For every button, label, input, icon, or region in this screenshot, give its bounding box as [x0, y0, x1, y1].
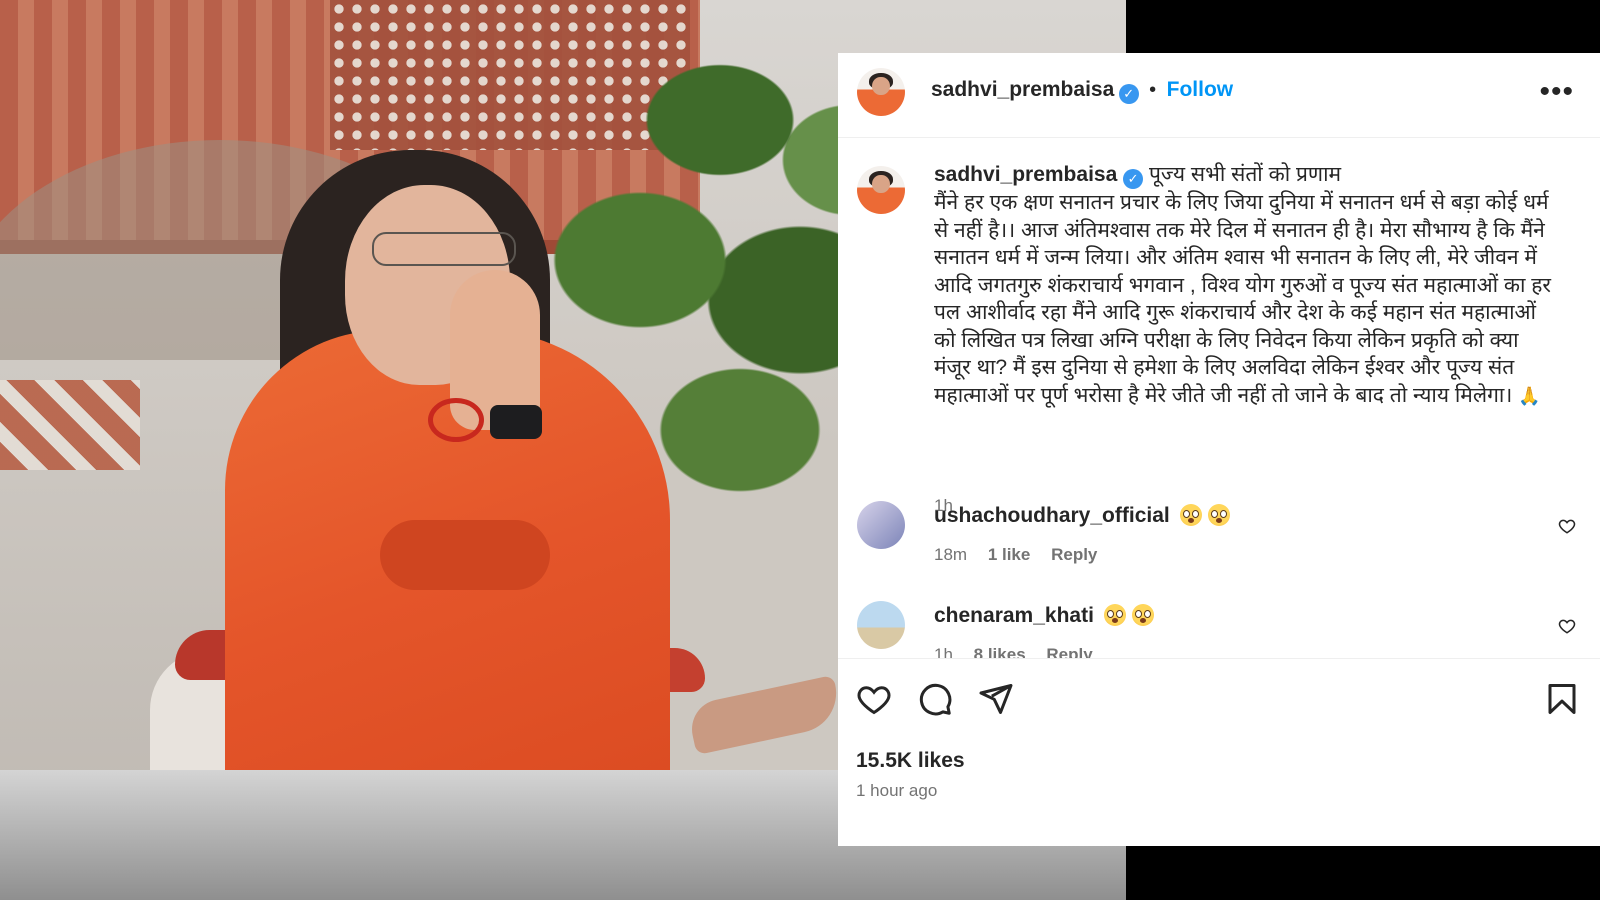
comment-meta: 1h 8 likes Reply [934, 645, 1093, 658]
action-bar: 15.5K likes 1 hour ago [838, 658, 1600, 846]
likes-count[interactable]: 15.5K likes [856, 749, 965, 773]
verified-badge-icon: ✓ [1118, 84, 1139, 104]
header-user-row: sadhvi_prembaisa ✓ • Follow [931, 78, 1233, 104]
robe-fold [380, 520, 550, 590]
comments-list: ushachoudhary_official 18m 1 like Reply … [838, 493, 1600, 658]
comment-like-heart-icon[interactable] [1558, 617, 1576, 635]
share-icon[interactable] [978, 681, 1014, 717]
flushed-face-emoji [1132, 604, 1155, 626]
comment-time: 1h [934, 645, 953, 658]
instagram-post-panel: sadhvi_prembaisa ✓ • Follow ••• sadhvi_p… [838, 53, 1600, 846]
comment-item: chenaram_khati 1h 8 likes Reply [838, 593, 1600, 658]
tile-pattern [0, 380, 140, 470]
folded-hands-emoji: 🙏 [1518, 385, 1541, 406]
bookmark-icon[interactable] [1544, 681, 1580, 717]
caption-first-line: पूज्य सभी संतों को प्रणाम [1148, 163, 1342, 186]
glasses [372, 232, 516, 266]
wristwatch [490, 405, 542, 439]
post-timestamp: 1 hour ago [856, 781, 938, 800]
verified-badge-icon: ✓ [1123, 169, 1144, 189]
comment-like-heart-icon[interactable] [1558, 517, 1576, 535]
post-header: sadhvi_prembaisa ✓ • Follow ••• [838, 53, 1600, 138]
comment-icon[interactable] [917, 681, 953, 717]
author-username[interactable]: sadhvi_prembaisa [931, 78, 1114, 101]
comment-time: 18m [934, 545, 968, 564]
commenter-avatar[interactable] [857, 501, 905, 549]
reply-button[interactable]: Reply [1051, 545, 1097, 564]
comment-item: ushachoudhary_official 18m 1 like Reply [838, 493, 1600, 593]
bangle [428, 398, 484, 442]
follow-button[interactable]: Follow [1167, 78, 1234, 101]
caption-body: मैंने हर एक क्षण सनातन प्रचार के लिए जिय… [934, 191, 1552, 407]
commenter-username[interactable]: chenaram_khati [934, 604, 1094, 627]
comment-meta: 18m 1 like Reply [934, 545, 1097, 565]
commenter-username[interactable]: ushachoudhary_official [934, 504, 1170, 527]
caption-username[interactable]: sadhvi_prembaisa [934, 163, 1117, 186]
flushed-face-emoji [1180, 504, 1203, 526]
flushed-face-emoji [1208, 504, 1231, 526]
comment-row: ushachoudhary_official [934, 504, 1231, 528]
author-avatar[interactable] [857, 68, 905, 116]
commenter-avatar[interactable] [857, 601, 905, 649]
separator-dot: • [1149, 79, 1157, 101]
caption-text: sadhvi_prembaisa ✓ पूज्य सभी संतों को प्… [934, 161, 1554, 410]
comment-likes[interactable]: 8 likes [974, 645, 1026, 658]
more-options-icon[interactable]: ••• [1539, 77, 1574, 107]
heart-icon[interactable] [856, 681, 892, 717]
caption-avatar[interactable] [857, 166, 905, 214]
comment-likes[interactable]: 1 like [988, 545, 1031, 564]
flushed-face-emoji [1104, 604, 1127, 626]
comment-row: chenaram_khati [934, 604, 1155, 628]
reply-button[interactable]: Reply [1046, 645, 1092, 658]
